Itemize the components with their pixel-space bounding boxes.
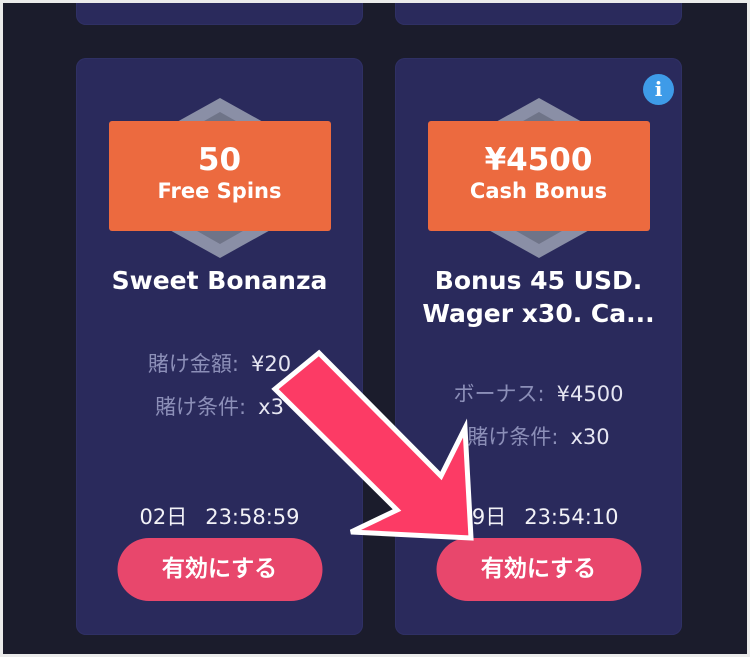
row-value: x30 xyxy=(570,425,610,449)
card-title-line1: Bonus 45 USD. xyxy=(434,266,643,295)
bonus-badge: 50 Free Spins xyxy=(108,121,331,231)
badge-amount: 50 xyxy=(197,142,242,178)
row-value: ¥4500 xyxy=(556,382,624,406)
info-row-bet-amount: 賭け金額: ¥20 xyxy=(76,348,363,378)
row-label: 賭け条件: xyxy=(467,425,559,449)
bonus-card-free-spins: 50 Free Spins Sweet Bonanza 賭け金額: ¥20 賭け条… xyxy=(76,58,363,635)
timer-days: 29日 xyxy=(458,505,507,529)
card-partial-top-left xyxy=(76,3,363,25)
activate-button[interactable]: 有効にする xyxy=(436,538,641,601)
badge-area: ¥4500 Cash Bonus xyxy=(395,98,682,258)
badge-type: Cash Bonus xyxy=(469,179,608,203)
card-partial-top-right xyxy=(395,3,682,25)
card-title: Sweet Bonanza xyxy=(111,266,328,295)
bonus-card-cash-bonus: i ¥4500 Cash Bonus Bonus 45 USD. Wager x… xyxy=(395,58,682,635)
row-label: 賭け金額: xyxy=(147,352,239,376)
bonus-badge: ¥4500 Cash Bonus xyxy=(427,121,650,231)
timer-days: 02日 xyxy=(139,505,188,529)
screen-frame: 50 Free Spins Sweet Bonanza 賭け金額: ¥20 賭け条… xyxy=(0,0,750,657)
row-value: ¥20 xyxy=(250,352,292,376)
row-value: x3 xyxy=(258,395,284,419)
info-row-wager: 賭け条件: x3 xyxy=(76,391,363,421)
badge-type: Free Spins xyxy=(157,179,282,203)
countdown-timer: 29日 23:54:10 xyxy=(395,501,682,531)
countdown-timer: 02日 23:58:59 xyxy=(76,501,363,531)
timer-time: 23:58:59 xyxy=(205,505,300,529)
info-row-wager: 賭け条件: x30 xyxy=(395,421,682,451)
row-label: ボーナス: xyxy=(453,382,545,406)
badge-area: 50 Free Spins xyxy=(76,98,363,258)
info-row-bonus: ボーナス: ¥4500 xyxy=(395,378,682,408)
badge-amount: ¥4500 xyxy=(484,142,593,178)
row-label: 賭け条件: xyxy=(155,395,247,419)
card-title-line2: Wager x30. Ca... xyxy=(422,299,655,328)
timer-time: 23:54:10 xyxy=(524,505,619,529)
activate-button[interactable]: 有効にする xyxy=(117,538,322,601)
